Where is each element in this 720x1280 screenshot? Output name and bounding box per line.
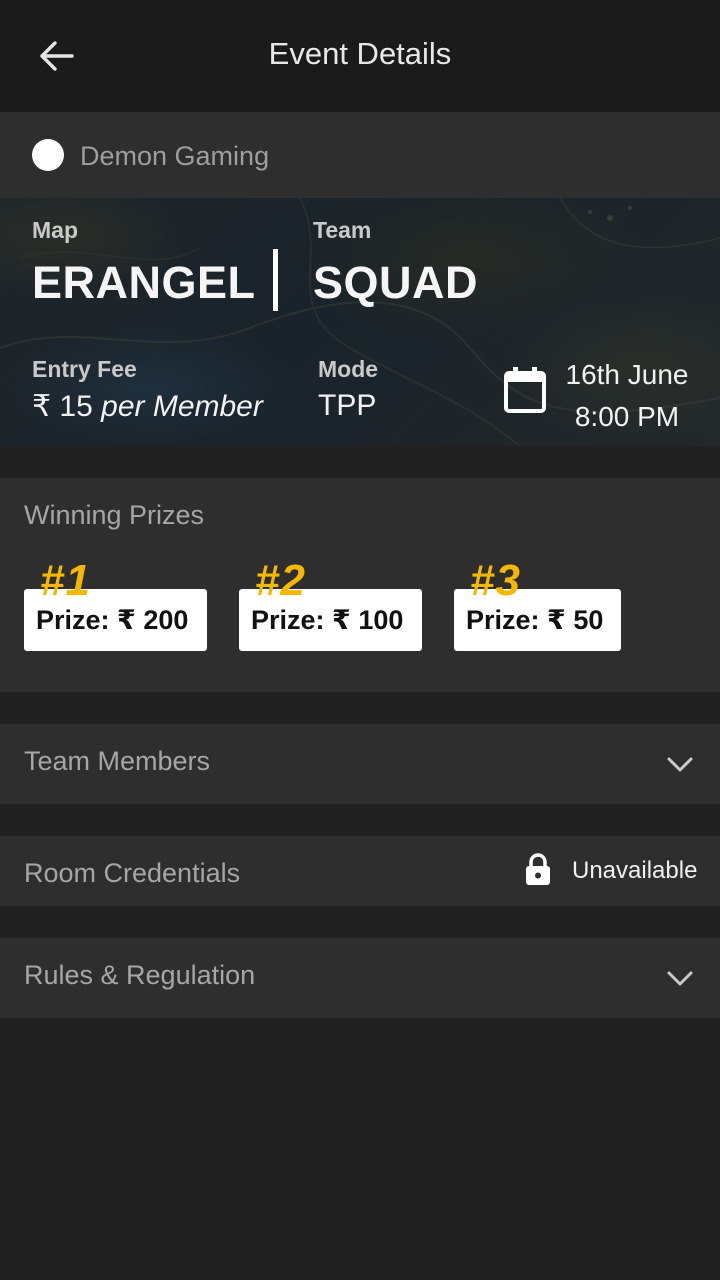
map-team-divider bbox=[273, 249, 278, 311]
rules-title: Rules & Regulation bbox=[24, 960, 256, 990]
map-value: ERANGEL bbox=[32, 257, 256, 308]
prize-rank-2: #2 bbox=[255, 556, 306, 605]
lock-icon bbox=[526, 853, 550, 885]
calendar-icon bbox=[504, 367, 546, 413]
team-label: Team bbox=[313, 217, 372, 243]
room-credentials-title: Room Credentials bbox=[24, 858, 241, 888]
entry-fee-value: ₹ 15 per Member bbox=[32, 389, 263, 424]
organizer-name: Demon Gaming bbox=[80, 141, 270, 171]
room-credentials-status: Unavailable bbox=[572, 857, 698, 884]
team-members-title: Team Members bbox=[24, 746, 211, 776]
prize-rank-1: #1 bbox=[40, 556, 91, 605]
page-title: Event Details bbox=[268, 36, 452, 71]
mode-label: Mode bbox=[318, 356, 379, 382]
chevron-down-icon[interactable] bbox=[665, 755, 695, 775]
entry-fee-unit: per Member bbox=[101, 390, 263, 423]
event-time: 8:00 PM bbox=[574, 401, 680, 432]
event-datetime: 16th June 8:00 PM bbox=[556, 354, 698, 438]
organizer-avatar bbox=[32, 139, 64, 171]
prize-rank-3: #3 bbox=[470, 556, 521, 605]
chevron-down-icon[interactable] bbox=[665, 969, 695, 989]
mode-value: TPP bbox=[318, 389, 377, 422]
winning-prizes-title: Winning Prizes bbox=[24, 500, 205, 530]
entry-fee-amount: ₹ 15 bbox=[32, 390, 93, 423]
map-label: Map bbox=[32, 217, 78, 243]
entry-fee-label: Entry Fee bbox=[32, 356, 137, 382]
team-value: SQUAD bbox=[313, 257, 479, 308]
event-date: 16th June bbox=[565, 359, 689, 390]
